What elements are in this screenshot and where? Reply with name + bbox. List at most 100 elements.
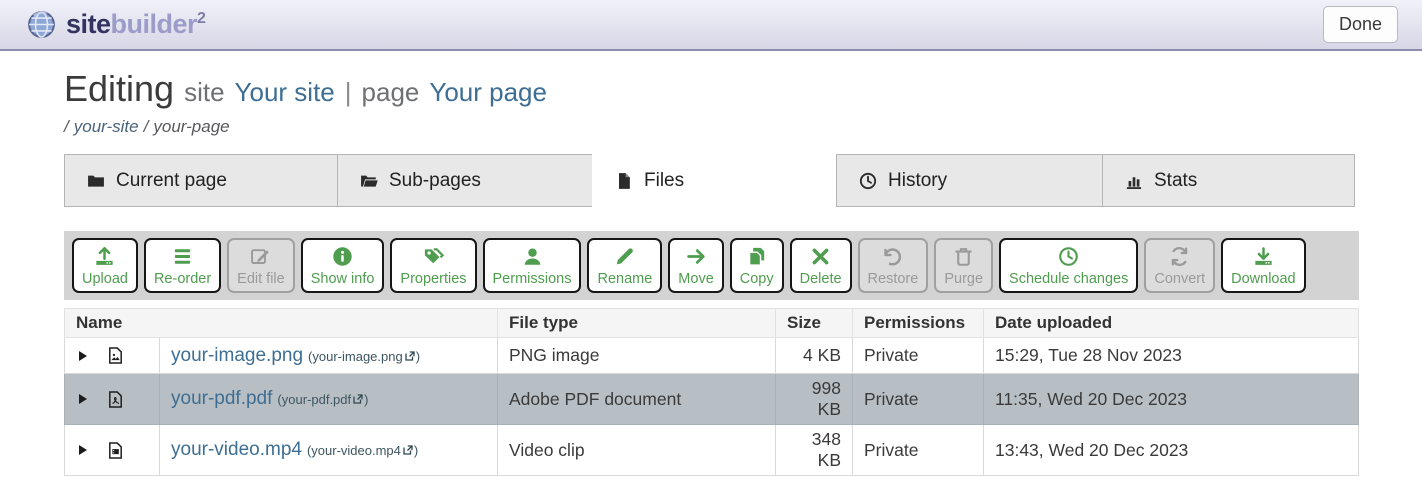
file-direct-link[interactable]: your-pdf.pdf [282, 392, 351, 407]
pdf-file-icon [106, 389, 125, 410]
schedule-changes-button[interactable]: Schedule changes [999, 238, 1138, 293]
main-content: Editing site Your site | page Your page … [0, 68, 1422, 476]
file-direct-link[interactable]: your-video.mp4 [311, 443, 401, 458]
file-date-cell: 15:29, Tue 28 Nov 2023 [984, 338, 1359, 374]
title-separator: | [345, 77, 352, 108]
page-name-link[interactable]: Your page [429, 77, 547, 108]
person-icon [521, 245, 544, 268]
app-header: sitebuilder2 Done [0, 0, 1422, 51]
file-direct-link-wrap: (your-image.png) [308, 349, 420, 364]
breadcrumb-page: your-page [153, 117, 229, 136]
tab-current-page[interactable]: Current page [64, 154, 338, 207]
show-info-button[interactable]: Show info [301, 238, 385, 293]
breadcrumb: /your-site/your-page [64, 117, 1358, 137]
video-file-icon [106, 440, 125, 461]
page-word: page [362, 77, 420, 108]
table-row[interactable]: your-video.mp4(your-video.mp4) Video cli… [65, 425, 1359, 476]
column-header-file-type: File type [498, 309, 776, 338]
editing-title: Editing [64, 68, 174, 110]
expand-caret-icon[interactable] [79, 445, 87, 455]
clock-icon [858, 171, 878, 191]
tab-stats[interactable]: Stats [1102, 154, 1355, 207]
file-type-cell: Adobe PDF document [498, 374, 776, 425]
file-direct-link-wrap: (your-pdf.pdf) [277, 392, 368, 407]
folder-open-icon [359, 171, 379, 191]
column-header-size: Size [776, 309, 853, 338]
bar-chart-icon [1124, 171, 1144, 191]
expand-caret-icon[interactable] [79, 394, 87, 404]
arrow-right-icon [685, 245, 708, 268]
file-size-cell: 4 KB [776, 338, 853, 374]
upload-button[interactable]: Upload [72, 238, 138, 293]
file-permissions-cell: Private [853, 425, 984, 476]
restore-icon [881, 245, 904, 268]
clock-icon [1057, 245, 1080, 268]
purge-button[interactable]: Purge [934, 238, 993, 293]
file-type-cell: Video clip [498, 425, 776, 476]
file-size-cell: 348 KB [776, 425, 853, 476]
done-button[interactable]: Done [1323, 6, 1398, 43]
breadcrumb-site-link[interactable]: your-site [74, 117, 139, 136]
external-link-icon [404, 350, 416, 362]
column-header-date-uploaded: Date uploaded [984, 309, 1359, 338]
rename-button[interactable]: Rename [587, 238, 662, 293]
reorder-icon [171, 245, 194, 268]
expand-caret-icon[interactable] [79, 351, 87, 361]
download-button[interactable]: Download [1221, 238, 1306, 293]
convert-button[interactable]: Convert [1144, 238, 1215, 293]
upload-icon [93, 245, 116, 268]
tab-history[interactable]: History [836, 154, 1103, 207]
permissions-button[interactable]: Permissions [483, 238, 582, 293]
x-icon [809, 245, 832, 268]
file-toolbar: Upload Re-order Edit file Show info Prop… [64, 231, 1359, 300]
copy-button[interactable]: Copy [730, 238, 784, 293]
restore-button[interactable]: Restore [858, 238, 929, 293]
file-size-cell: 998 KB [776, 374, 853, 425]
download-icon [1252, 245, 1275, 268]
breadcrumb-slash: / [64, 117, 69, 136]
external-link-icon [402, 444, 414, 456]
file-permissions-cell: Private [853, 338, 984, 374]
site-word: site [184, 77, 224, 108]
file-permissions-cell: Private [853, 374, 984, 425]
column-header-name: Name [65, 309, 498, 338]
external-link-icon [352, 393, 364, 405]
column-header-permissions: Permissions [853, 309, 984, 338]
pencil-icon [613, 245, 636, 268]
table-row-selected[interactable]: your-pdf.pdf(your-pdf.pdf) Adobe PDF doc… [65, 374, 1359, 425]
file-date-cell: 13:43, Wed 20 Dec 2023 [984, 425, 1359, 476]
file-name-link[interactable]: your-video.mp4 [171, 439, 302, 460]
convert-icon [1168, 245, 1191, 268]
file-direct-link-wrap: (your-video.mp4) [307, 443, 418, 458]
info-icon [331, 245, 354, 268]
table-row[interactable]: your-image.png(your-image.png) PNG image… [65, 338, 1359, 374]
tags-icon [422, 245, 445, 268]
page-title: Editing site Your site | page Your page [64, 68, 1358, 110]
file-direct-link[interactable]: your-image.png [312, 349, 402, 364]
sitebuilder-logo[interactable]: sitebuilder2 [26, 9, 205, 40]
file-date-cell: 11:35, Wed 20 Dec 2023 [984, 374, 1359, 425]
edit-file-icon [249, 245, 272, 268]
file-name-link[interactable]: your-pdf.pdf [171, 388, 272, 409]
copy-icon [745, 245, 768, 268]
globe-icon [26, 9, 57, 40]
image-file-icon [106, 345, 125, 366]
tab-files[interactable]: Files [592, 154, 837, 207]
table-header-row: Name File type Size Permissions Date upl… [65, 309, 1359, 338]
site-name-link[interactable]: Your site [235, 77, 335, 108]
tab-bar: Current page Sub-pages Files History Sta… [64, 154, 1358, 207]
properties-button[interactable]: Properties [390, 238, 476, 293]
file-type-cell: PNG image [498, 338, 776, 374]
delete-button[interactable]: Delete [790, 238, 852, 293]
edit-file-button[interactable]: Edit file [227, 238, 295, 293]
reorder-button[interactable]: Re-order [144, 238, 221, 293]
tab-sub-pages[interactable]: Sub-pages [337, 154, 593, 207]
file-name-link[interactable]: your-image.png [171, 345, 303, 366]
sitebuilder-app: sitebuilder2 Done Editing site Your site… [0, 0, 1422, 476]
file-icon [614, 171, 634, 191]
move-button[interactable]: Move [668, 238, 723, 293]
breadcrumb-slash: / [144, 117, 149, 136]
trash-icon [952, 245, 975, 268]
folder-icon [86, 171, 106, 191]
sitebuilder-wordmark: sitebuilder2 [66, 9, 205, 40]
